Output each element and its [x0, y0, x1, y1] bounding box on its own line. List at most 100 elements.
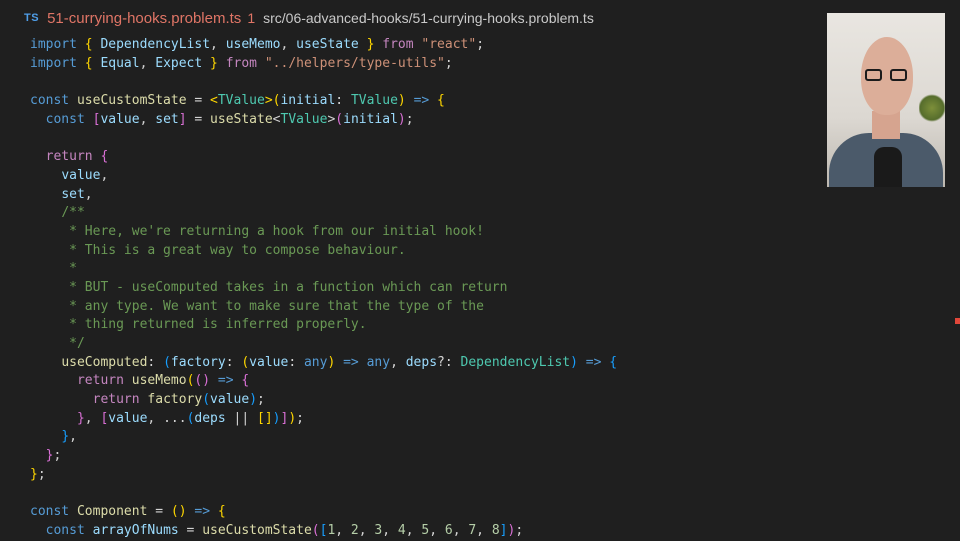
code-line[interactable]: const arrayOfNums = useCustomState([1, 2…	[30, 522, 617, 541]
code-line[interactable]	[30, 73, 617, 92]
typescript-file-icon: TS	[24, 12, 40, 24]
code-token: Equal	[92, 55, 140, 71]
code-line[interactable]: };	[30, 447, 617, 466]
code-token: )	[249, 392, 258, 408]
code-line[interactable]: return useMemo(() => {	[30, 372, 617, 391]
microphone	[874, 147, 902, 187]
code-token: )	[570, 354, 578, 370]
code-line[interactable]: * BUT - useComputed takes in a function …	[30, 279, 617, 298]
code-token: ||	[225, 410, 258, 426]
code-token: Expect	[155, 55, 203, 71]
code-line[interactable]	[30, 485, 617, 504]
code-token: =>	[194, 504, 211, 520]
code-token: =>	[585, 354, 602, 370]
code-line[interactable]: value,	[30, 167, 617, 186]
code-token: ,	[139, 111, 156, 127]
code-line[interactable]: },	[30, 428, 617, 447]
code-token: import	[30, 55, 77, 71]
code-token: deps	[405, 354, 438, 370]
tab-filename[interactable]: 51-currying-hooks.problem.ts	[47, 10, 241, 27]
code-line[interactable]: const Component = () => {	[30, 503, 617, 522]
code-token: from	[225, 55, 258, 71]
code-token: =>	[217, 373, 234, 389]
code-line[interactable]	[30, 129, 617, 148]
code-token: const	[45, 522, 85, 538]
code-token: ,	[476, 522, 492, 538]
code-line[interactable]: /**	[30, 204, 617, 223]
code-token: )	[202, 373, 211, 389]
code-token: * Here, we're returning a hook from our …	[69, 223, 484, 239]
breadcrumb-path[interactable]: src/06-advanced-hooks/51-currying-hooks.…	[263, 10, 594, 26]
code-line[interactable]: useComputed: (factory: (value: any) => a…	[30, 354, 617, 373]
code-token: ,	[405, 522, 422, 538]
code-token: }	[61, 429, 70, 445]
code-token: factory	[170, 354, 226, 370]
code-token: (	[335, 111, 344, 127]
code-line[interactable]: }, [value, ...(deps || [])]);	[30, 410, 617, 429]
code-line[interactable]: * Here, we're returning a hook from our …	[30, 223, 617, 242]
code-token: =	[147, 504, 171, 520]
code-line[interactable]: *	[30, 260, 617, 279]
code-token: 7	[468, 522, 477, 538]
code-token: )	[178, 504, 187, 520]
code-token: {	[217, 504, 226, 520]
code-token: ,	[84, 186, 93, 202]
code-line[interactable]: return factory(value);	[30, 391, 617, 410]
code-token: useState	[296, 37, 359, 52]
code-token: * BUT - useComputed takes in a function …	[69, 279, 508, 295]
code-token: /**	[61, 205, 85, 221]
code-token: ;	[515, 522, 524, 538]
code-token: ,	[139, 55, 156, 71]
code-token: *	[69, 261, 77, 277]
code-token: >	[264, 93, 273, 109]
code-token: ?:	[437, 354, 461, 370]
code-line[interactable]: * any type. We want to make sure that th…	[30, 298, 617, 317]
code-token: {	[100, 149, 109, 165]
code-line[interactable]: * thing returned is inferred properly.	[30, 316, 617, 335]
code-token: TValue	[350, 93, 398, 109]
code-token: {	[241, 373, 250, 389]
code-token: :	[335, 93, 351, 109]
code-line[interactable]: const useCustomState = <TValue>(initial:…	[30, 92, 617, 111]
code-line[interactable]: const [value, set] = useState<TValue>(in…	[30, 111, 617, 130]
code-line[interactable]: import { DependencyList, useMemo, useSta…	[30, 36, 617, 55]
presenter-glasses	[865, 69, 909, 81]
scrollbar-error-marker	[955, 318, 960, 324]
code-line[interactable]: import { Equal, Expect } from "../helper…	[30, 55, 617, 74]
code-token: useCustomState	[76, 93, 187, 109]
code-line[interactable]: * This is a great way to compose behavio…	[30, 242, 617, 261]
code-token: :	[288, 354, 304, 370]
code-token: }	[76, 410, 85, 426]
code-token: DependencyList	[460, 354, 571, 370]
code-token: 8	[491, 522, 500, 538]
code-token: 4	[397, 522, 406, 538]
code-token: ,	[84, 410, 101, 426]
code-token: {	[437, 93, 445, 109]
code-line[interactable]: set,	[30, 186, 617, 205]
code-editor[interactable]: import { DependencyList, useMemo, useSta…	[30, 36, 617, 541]
code-token: )	[397, 93, 406, 109]
code-token: , ...	[147, 410, 187, 426]
code-token: value	[61, 167, 101, 183]
code-line[interactable]: */	[30, 335, 617, 354]
presenter-webcam-overlay	[827, 13, 945, 187]
code-line[interactable]: };	[30, 466, 617, 485]
code-token: =	[186, 93, 211, 109]
code-token: useMemo	[131, 373, 187, 389]
code-token: =>	[343, 354, 359, 370]
code-token: ,	[390, 354, 406, 370]
code-token: return	[45, 149, 93, 165]
code-line[interactable]: return {	[30, 148, 617, 167]
